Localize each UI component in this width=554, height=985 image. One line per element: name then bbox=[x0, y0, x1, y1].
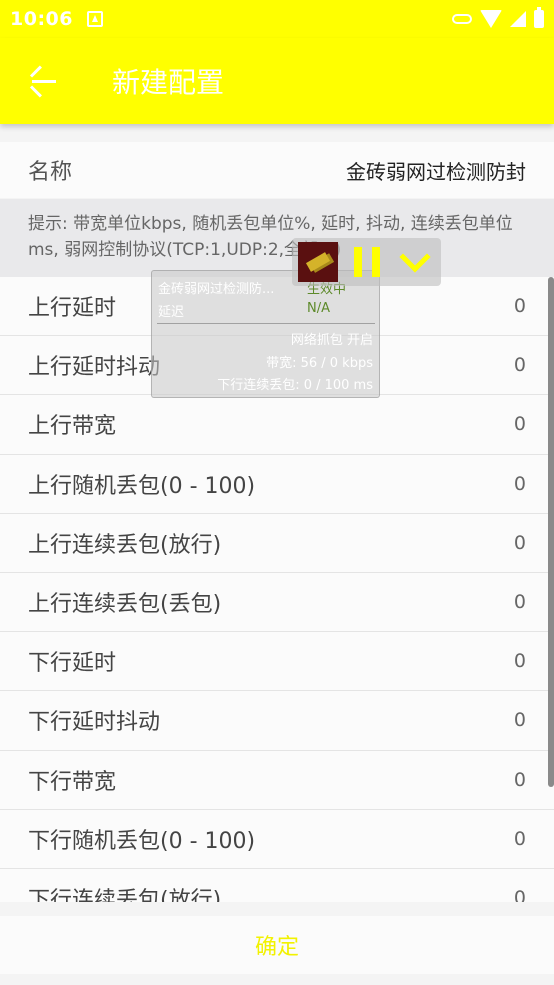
name-label: 名称 bbox=[28, 160, 73, 185]
chevron-down-icon[interactable] bbox=[399, 241, 431, 273]
row-label: 上行延时 bbox=[28, 296, 117, 322]
footer: 确定 bbox=[0, 902, 554, 985]
row-label: 上行延时抖动 bbox=[28, 355, 161, 381]
row-label: 下行连续丢包(放行) bbox=[28, 887, 222, 902]
wifi-icon bbox=[480, 10, 502, 28]
list-item[interactable]: 下行带宽 0 bbox=[0, 750, 554, 810]
overlay-divider bbox=[157, 323, 375, 324]
app-bar: 新建配置 bbox=[0, 38, 554, 124]
back-button[interactable] bbox=[0, 38, 86, 124]
row-label: 上行带宽 bbox=[28, 414, 117, 440]
list-item[interactable]: 下行延时抖动 0 bbox=[0, 691, 554, 751]
overlay-delay-label: 延迟 bbox=[158, 305, 185, 320]
row-label: 下行延时 bbox=[28, 651, 117, 677]
row-value-input[interactable]: 0 bbox=[514, 532, 526, 554]
floating-status-panel[interactable]: 金砖弱网过检测防... 生效中 延迟 N/A 网络抓包 开启 带宽: 56 / … bbox=[151, 270, 380, 398]
overlay-bandwidth: 带宽: 56 / 0 kbps bbox=[266, 356, 373, 371]
row-label: 下行延时抖动 bbox=[28, 710, 161, 736]
overlay-profile-name: 金砖弱网过检测防... bbox=[158, 282, 275, 297]
signal-icon bbox=[510, 11, 526, 27]
pause-icon[interactable] bbox=[354, 247, 380, 277]
scrollbar[interactable] bbox=[548, 277, 554, 787]
row-label: 上行连续丢包(放行) bbox=[28, 532, 222, 558]
row-value-input[interactable]: 0 bbox=[514, 650, 526, 672]
name-field[interactable]: 名称 金砖弱网过检测防封 bbox=[0, 142, 554, 198]
vpn-key-icon bbox=[452, 14, 472, 24]
row-value-input[interactable]: 0 bbox=[514, 473, 526, 495]
row-value-input[interactable]: 0 bbox=[514, 413, 526, 435]
list-item[interactable]: 上行连续丢包(丢包) 0 bbox=[0, 572, 554, 633]
back-arrow-icon bbox=[29, 65, 56, 98]
row-value-input[interactable]: 0 bbox=[514, 295, 526, 317]
list-item[interactable]: 下行连续丢包(放行) 0 bbox=[0, 868, 554, 902]
row-label: 下行随机丢包(0 - 100) bbox=[28, 828, 256, 854]
status-icons bbox=[452, 0, 544, 38]
status-bar: 10:06 bbox=[0, 0, 554, 38]
floating-controls[interactable] bbox=[292, 238, 441, 286]
page-title: 新建配置 bbox=[112, 66, 225, 99]
hint-text: 提示: 带宽单位kbps, 随机丢包单位%, 延时, 抖动, 连续丢包单位ms,… bbox=[0, 199, 554, 277]
row-value-input[interactable]: 0 bbox=[514, 769, 526, 791]
list-item[interactable]: 下行延时 0 bbox=[0, 632, 554, 692]
row-label: 上行连续丢包(丢包) bbox=[28, 592, 222, 618]
row-value-input[interactable]: 0 bbox=[514, 591, 526, 613]
app-notification-icon bbox=[86, 11, 103, 27]
row-label: 下行带宽 bbox=[28, 769, 117, 795]
name-input[interactable]: 金砖弱网过检测防封 bbox=[346, 156, 526, 185]
confirm-button[interactable]: 确定 bbox=[0, 916, 554, 974]
status-time: 10:06 bbox=[10, 8, 73, 30]
battery-icon bbox=[534, 7, 544, 28]
list-item[interactable]: 上行连续丢包(放行) 0 bbox=[0, 513, 554, 573]
list-item[interactable]: 上行带宽 0 bbox=[0, 395, 554, 455]
overlay-delay-value: N/A bbox=[307, 301, 330, 316]
overlay-downlink-loss: 下行连续丢包: 0 / 100 ms bbox=[217, 378, 373, 393]
list-item[interactable]: 上行随机丢包(0 - 100) 0 bbox=[0, 454, 554, 514]
row-value-input[interactable]: 0 bbox=[514, 354, 526, 376]
row-label: 上行随机丢包(0 - 100) bbox=[28, 473, 256, 499]
gold-brick-logo-icon[interactable] bbox=[298, 242, 338, 282]
row-value-input[interactable]: 0 bbox=[514, 828, 526, 850]
row-value-input[interactable]: 0 bbox=[514, 709, 526, 731]
list-item[interactable]: 下行随机丢包(0 - 100) 0 bbox=[0, 809, 554, 869]
overlay-capture-status: 网络抓包 开启 bbox=[290, 333, 373, 348]
row-value-input[interactable]: 0 bbox=[514, 887, 526, 902]
